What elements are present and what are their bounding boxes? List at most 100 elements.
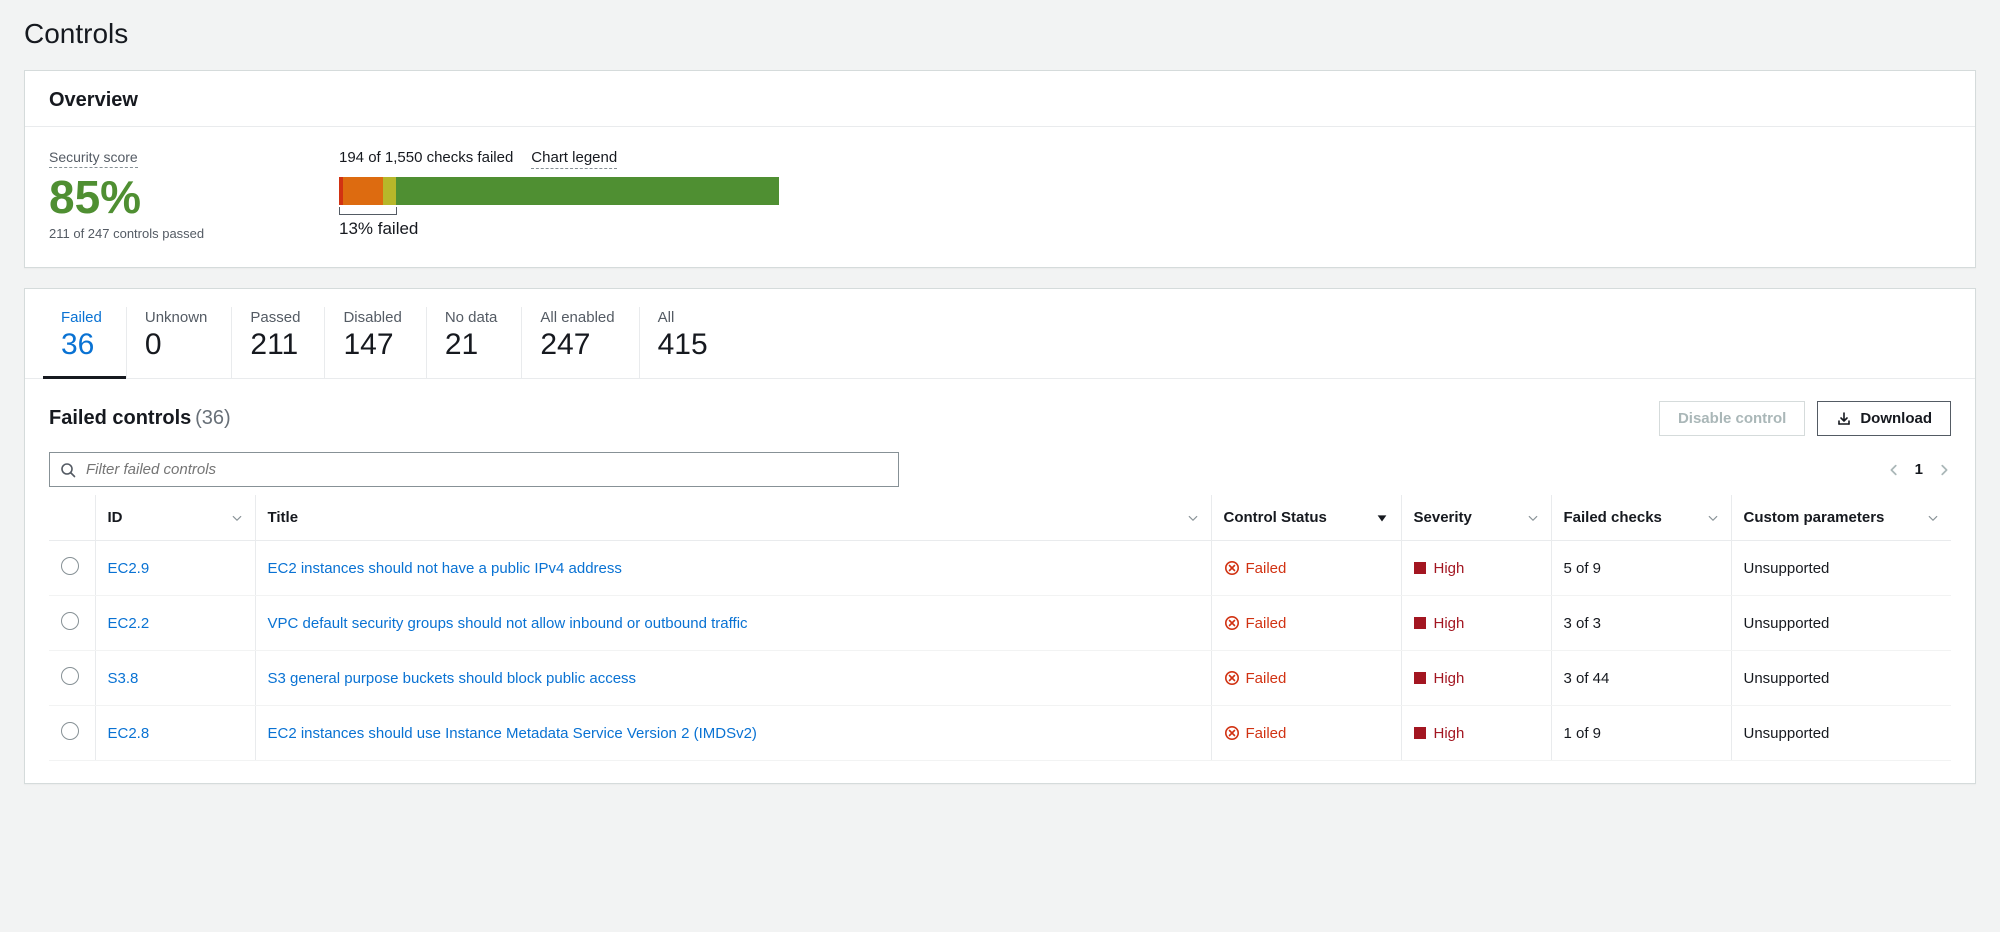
- status-failed: Failed: [1224, 560, 1389, 577]
- status-failed: Failed: [1224, 615, 1389, 632]
- pagination: 1: [1887, 461, 1951, 478]
- failed-icon: [1224, 670, 1240, 686]
- security-score-sub: 211 of 247 controls passed: [49, 226, 249, 241]
- checks-bar-chart: [339, 177, 779, 205]
- tab-value: 211: [250, 328, 300, 362]
- control-id-link[interactable]: S3.8: [108, 670, 139, 687]
- failed-percent: 13% failed: [339, 219, 779, 239]
- row-select-radio[interactable]: [61, 612, 79, 630]
- control-title-link[interactable]: EC2 instances should use Instance Metada…: [268, 725, 757, 742]
- sort-icon[interactable]: [1927, 512, 1939, 524]
- tab-label: Disabled: [343, 309, 401, 326]
- col-custom-params[interactable]: Custom parameters: [1744, 509, 1885, 526]
- severity-color-box: [1414, 617, 1426, 629]
- row-select-radio[interactable]: [61, 722, 79, 740]
- tab-label: All enabled: [540, 309, 614, 326]
- prev-page-button[interactable]: [1887, 463, 1901, 477]
- tab-passed[interactable]: Passed 211: [231, 307, 324, 378]
- tab-value: 247: [540, 328, 614, 362]
- download-icon: [1836, 411, 1852, 427]
- disable-control-button[interactable]: Disable control: [1659, 401, 1805, 436]
- security-score-value: 85%: [49, 174, 249, 220]
- tab-disabled[interactable]: Disabled 147: [324, 307, 425, 378]
- tab-label: Passed: [250, 309, 300, 326]
- failed-checks-value: 3 of 3: [1564, 615, 1602, 632]
- control-title-link[interactable]: VPC default security groups should not a…: [268, 615, 748, 632]
- tab-label: No data: [445, 309, 498, 326]
- col-failed-checks[interactable]: Failed checks: [1564, 509, 1662, 526]
- page-title: Controls: [24, 18, 1976, 50]
- tab-value: 21: [445, 328, 498, 362]
- table-row: S3.8 S3 general purpose buckets should bl…: [49, 651, 1951, 706]
- col-title[interactable]: Title: [268, 509, 299, 526]
- chart-legend-link[interactable]: Chart legend: [531, 149, 617, 169]
- next-page-button[interactable]: [1937, 463, 1951, 477]
- row-select-radio[interactable]: [61, 667, 79, 685]
- security-score-block: Security score 85% 211 of 247 controls p…: [49, 149, 249, 241]
- control-id-link[interactable]: EC2.2: [108, 615, 150, 632]
- tab-value: 147: [343, 328, 401, 362]
- control-id-link[interactable]: EC2.9: [108, 560, 150, 577]
- tab-value: 0: [145, 328, 208, 362]
- tab-label: Failed: [61, 309, 102, 326]
- download-button[interactable]: Download: [1817, 401, 1951, 436]
- search-icon: [60, 462, 76, 478]
- failed-icon: [1224, 615, 1240, 631]
- overview-heading: Overview: [49, 89, 1951, 112]
- checks-block: 194 of 1,550 checks failed Chart legend …: [339, 149, 779, 239]
- failed-bracket: [339, 207, 779, 215]
- sort-icon[interactable]: [1527, 512, 1539, 524]
- tab-no-data[interactable]: No data 21: [426, 307, 522, 378]
- sort-icon-active[interactable]: [1375, 511, 1389, 525]
- failed-checks-value: 1 of 9: [1564, 725, 1602, 742]
- severity-badge: High: [1414, 670, 1539, 687]
- control-id-link[interactable]: EC2.8: [108, 725, 150, 742]
- overview-header: Overview: [25, 71, 1975, 127]
- status-failed: Failed: [1224, 725, 1389, 742]
- custom-params-value: Unsupported: [1744, 725, 1830, 742]
- overview-panel: Overview Security score 85% 211 of 247 c…: [24, 70, 1976, 268]
- tab-value: 36: [61, 328, 102, 362]
- control-title-link[interactable]: EC2 instances should not have a public I…: [268, 560, 622, 577]
- table-row: EC2.9 EC2 instances should not have a pub…: [49, 541, 1951, 596]
- sort-icon[interactable]: [1707, 512, 1719, 524]
- tab-label: Unknown: [145, 309, 208, 326]
- failed-icon: [1224, 560, 1240, 576]
- page-number: 1: [1915, 461, 1923, 478]
- severity-badge: High: [1414, 560, 1539, 577]
- tab-all-enabled[interactable]: All enabled 247: [521, 307, 638, 378]
- tab-value: 415: [658, 328, 708, 362]
- custom-params-value: Unsupported: [1744, 670, 1830, 687]
- severity-color-box: [1414, 562, 1426, 574]
- tab-label: All: [658, 309, 708, 326]
- col-severity[interactable]: Severity: [1414, 509, 1472, 526]
- severity-color-box: [1414, 672, 1426, 684]
- sort-icon[interactable]: [1187, 512, 1199, 524]
- failed-controls-count: (36): [195, 407, 231, 429]
- security-score-label: Security score: [49, 149, 138, 168]
- failed-icon: [1224, 725, 1240, 741]
- bar-segment: [383, 177, 396, 205]
- custom-params-value: Unsupported: [1744, 615, 1830, 632]
- status-tabs: Failed 36 Unknown 0 Passed 211 Disabled 147 No d…: [25, 289, 1975, 379]
- row-select-radio[interactable]: [61, 557, 79, 575]
- col-status[interactable]: Control Status: [1224, 509, 1327, 526]
- search-box[interactable]: [49, 452, 899, 487]
- control-title-link[interactable]: S3 general purpose buckets should block …: [268, 670, 637, 687]
- failed-checks-value: 3 of 44: [1564, 670, 1610, 687]
- severity-badge: High: [1414, 615, 1539, 632]
- tab-unknown[interactable]: Unknown 0: [126, 307, 232, 378]
- controls-panel: Failed36Unknown0Passed211Disabled147No d…: [24, 288, 1976, 784]
- download-button-label: Download: [1860, 410, 1932, 427]
- tab-all[interactable]: All 415: [639, 307, 732, 378]
- controls-table: ID Title: [49, 495, 1951, 761]
- bar-segment: [396, 177, 779, 205]
- bar-segment: [343, 177, 383, 205]
- failed-controls-title: Failed controls: [49, 407, 191, 429]
- table-row: EC2.2 VPC default security groups should …: [49, 596, 1951, 651]
- tab-failed[interactable]: Failed 36: [43, 307, 126, 379]
- search-input[interactable]: [86, 461, 888, 478]
- severity-badge: High: [1414, 725, 1539, 742]
- sort-icon[interactable]: [231, 512, 243, 524]
- col-id[interactable]: ID: [108, 509, 123, 526]
